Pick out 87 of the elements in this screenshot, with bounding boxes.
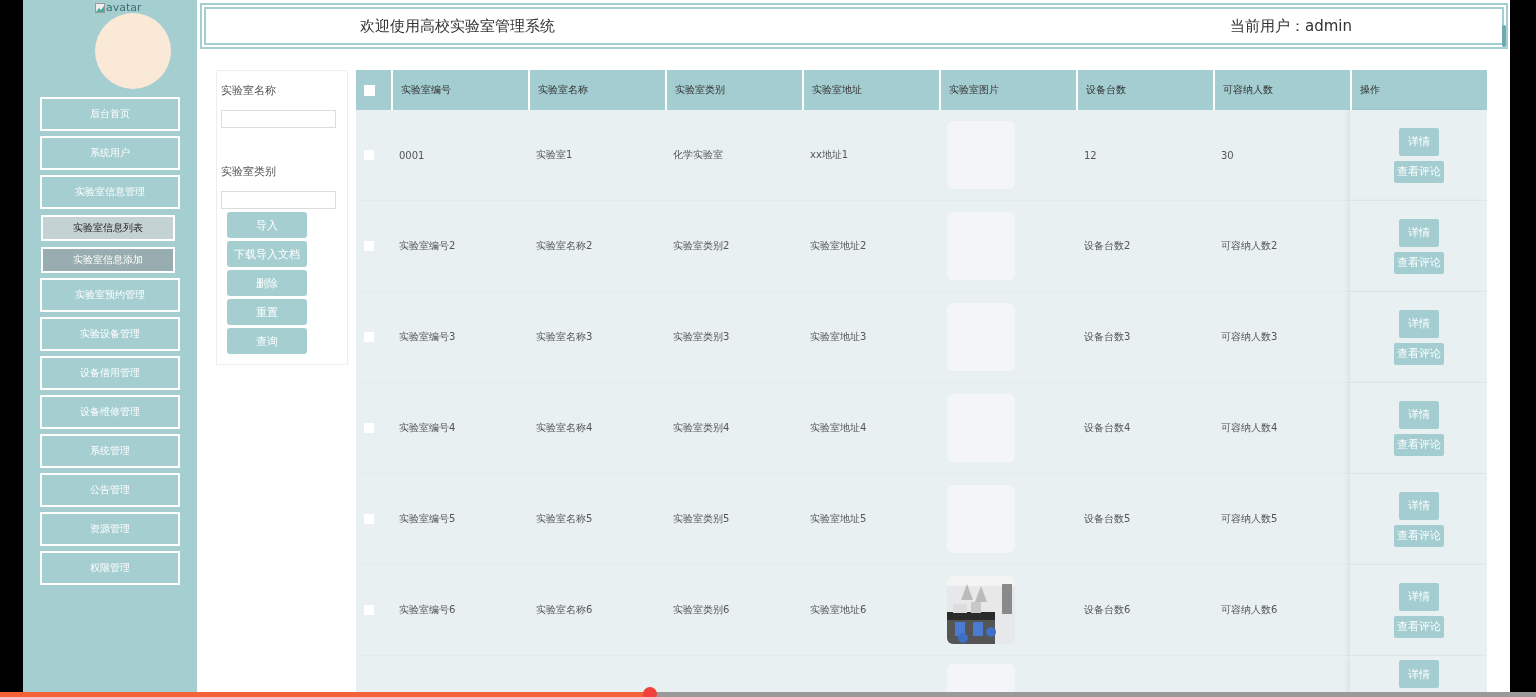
column-header: 实验室图片	[939, 70, 1076, 110]
table-cell: 实验室编号4	[391, 383, 528, 474]
field-label: 实验室名称	[221, 83, 277, 98]
table-cell: 可容纳人数6	[1213, 565, 1350, 656]
sidebar-item[interactable]: 资源管理	[40, 512, 180, 546]
sidebar-item[interactable]: 公告管理	[40, 473, 180, 507]
table-cell: 实验室编号2	[391, 201, 528, 292]
table-cell: 实验室名称4	[528, 383, 665, 474]
table-cell: 实验室1	[528, 110, 665, 201]
table-cell: 实验室类别4	[665, 383, 802, 474]
action-button[interactable]: 删除	[227, 270, 307, 296]
current-user: 当前用户：admin	[1230, 16, 1352, 36]
table-cell: 可容纳人数4	[1213, 383, 1350, 474]
broken-image-icon	[95, 2, 105, 13]
details-button[interactable]: 详情	[1398, 218, 1439, 247]
table-cell: 设备台数2	[1076, 201, 1213, 292]
action-button[interactable]: 重置	[227, 299, 307, 325]
table-cell: 设备台数3	[1076, 292, 1213, 383]
sidebar-subitem[interactable]: 实验室信息添加	[41, 247, 175, 273]
sidebar-item[interactable]: 实验设备管理	[40, 317, 180, 351]
column-header: 实验室类别	[665, 70, 802, 110]
details-button[interactable]: 详情	[1398, 400, 1439, 429]
comments-button[interactable]: 查看评论	[1393, 524, 1444, 547]
action-button[interactable]: 导入	[227, 212, 307, 238]
table-cell: 0001	[391, 110, 528, 201]
table-cell: 实验室类别2	[665, 201, 802, 292]
column-header: 实验室地址	[802, 70, 939, 110]
progress-thumb[interactable]	[642, 687, 657, 697]
table-cell: 可容纳人数3	[1213, 292, 1350, 383]
sidebar-item[interactable]: 系统用户	[40, 136, 180, 170]
table-cell: 设备台数5	[1076, 474, 1213, 565]
comments-button[interactable]: 查看评论	[1393, 342, 1444, 365]
comments-button[interactable]: 查看评论	[1393, 251, 1444, 274]
details-button[interactable]: 详情	[1398, 127, 1439, 156]
table-cell: 实验室地址6	[802, 565, 939, 656]
input-field[interactable]	[221, 110, 336, 128]
select-all-checkbox[interactable]	[364, 84, 375, 96]
details-button[interactable]: 详情	[1398, 582, 1439, 611]
column-header: 实验室编号	[391, 70, 528, 110]
table-cell: 实验室地址4	[802, 383, 939, 474]
sidebar-item[interactable]: 设备借用管理	[40, 356, 180, 390]
input-field[interactable]	[221, 191, 336, 209]
table-cell: 实验室类别5	[665, 474, 802, 565]
sidebar-item[interactable]: 实验室预约管理	[40, 278, 180, 312]
table-cell: 实验室名称2	[528, 201, 665, 292]
scroll-handle[interactable]	[1502, 25, 1506, 47]
sidebar-item[interactable]: 权限管理	[40, 551, 180, 585]
table-cell: 化学实验室	[665, 110, 802, 201]
table-cell: 实验室名称3	[528, 292, 665, 383]
table-cell: 实验室地址5	[802, 474, 939, 565]
sidebar-item[interactable]: 后台首页	[40, 97, 180, 131]
table-cell: xx地址1	[802, 110, 939, 201]
table-cell: 实验室名称6	[528, 565, 665, 656]
table-cell: 设备台数4	[1076, 383, 1213, 474]
sidebar-item[interactable]: 设备维修管理	[40, 395, 180, 429]
page-title: 欢迎使用高校实验室管理系统	[360, 16, 555, 36]
comments-button[interactable]: 查看评论	[1393, 615, 1444, 638]
column-header: 可容纳人数	[1213, 70, 1350, 110]
sidebar-subitem[interactable]: 实验室信息列表	[41, 215, 175, 241]
comments-button[interactable]: 查看评论	[1393, 160, 1444, 183]
table-cell: 实验室地址3	[802, 292, 939, 383]
table-cell: 30	[1213, 110, 1350, 201]
avatar-alt-text: avatar	[106, 1, 142, 14]
table-cell: 可容纳人数5	[1213, 474, 1350, 565]
table-cell: 设备台数6	[1076, 565, 1213, 656]
table-cell: 实验室编号5	[391, 474, 528, 565]
column-header: 操作	[1350, 70, 1487, 110]
table-cell: 实验室类别6	[665, 565, 802, 656]
field-label: 实验室类别	[221, 164, 277, 179]
table-cell: 实验室名称5	[528, 474, 665, 565]
table-cell: 可容纳人数2	[1213, 201, 1350, 292]
table-cell: 实验室编号6	[391, 565, 528, 656]
details-button[interactable]: 详情	[1398, 309, 1439, 338]
action-button[interactable]: 查询	[227, 328, 307, 354]
details-button[interactable]: 详情	[1398, 660, 1439, 688]
sidebar-item[interactable]: 实验室信息管理	[40, 175, 180, 209]
sidebar-item[interactable]: 系统管理	[40, 434, 180, 468]
table-cell: 实验室类别3	[665, 292, 802, 383]
table-cell: 12	[1076, 110, 1213, 201]
column-header: 实验室名称	[528, 70, 665, 110]
comments-button[interactable]: 查看评论	[1393, 433, 1444, 456]
progress-track[interactable]	[0, 692, 1536, 697]
details-button[interactable]: 详情	[1398, 491, 1439, 520]
table-cell: 实验室编号3	[391, 292, 528, 383]
column-header: 设备台数	[1076, 70, 1213, 110]
table-cell: 实验室地址2	[802, 201, 939, 292]
action-button[interactable]: 下载导入文档	[227, 241, 307, 267]
